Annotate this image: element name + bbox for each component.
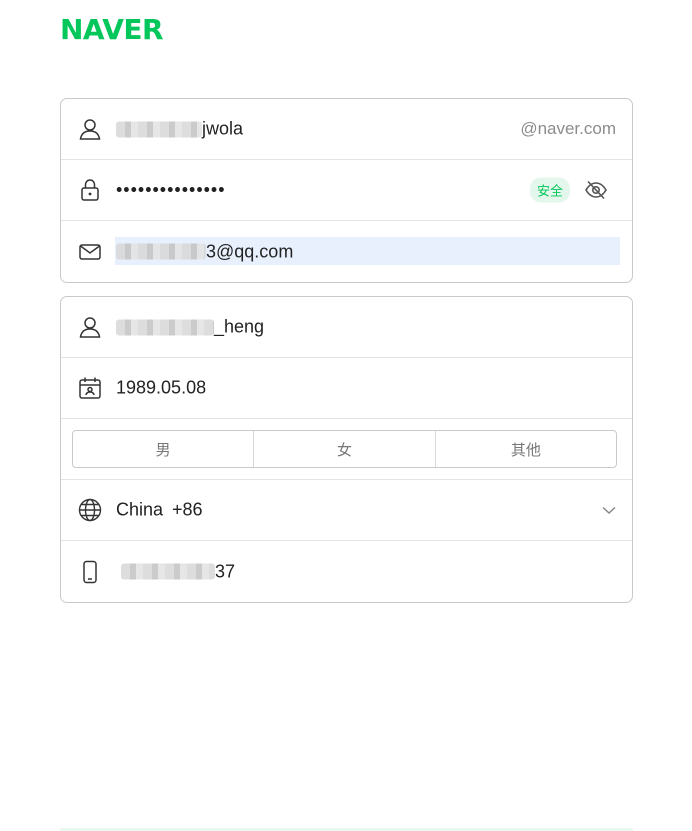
birthday-row[interactable]: 1989.05.08 <box>61 358 632 419</box>
eye-off-icon[interactable] <box>584 178 608 202</box>
redacted-text <box>121 563 215 580</box>
id-row[interactable]: jwola @naver.com <box>61 99 632 160</box>
country-select[interactable]: China +86 <box>116 500 203 521</box>
redacted-text <box>116 319 214 335</box>
gender-option-female[interactable]: 女 <box>254 431 436 467</box>
email-visible-text: 3@qq.com <box>206 241 294 261</box>
country-row[interactable]: China +86 <box>61 480 632 541</box>
redacted-text <box>116 243 206 260</box>
phone-icon <box>77 559 103 585</box>
redacted-text <box>116 121 202 137</box>
gender-option-other[interactable]: 其他 <box>436 431 616 467</box>
mail-icon <box>77 239 103 265</box>
globe-icon <box>77 497 103 523</box>
lock-icon <box>77 177 103 203</box>
id-visible-text: jwola <box>202 118 244 139</box>
name-visible-text: _heng <box>214 316 265 337</box>
email-row[interactable]: 3@qq.com <box>61 221 632 282</box>
password-row[interactable]: ••••••••••••••• 安全 <box>61 160 632 221</box>
phone-row[interactable]: 37 <box>61 541 632 602</box>
gender-segmented-control: 男 女 其他 <box>72 430 617 468</box>
phone-input[interactable]: 37 <box>116 561 235 582</box>
birthday-input[interactable]: 1989.05.08 <box>116 378 206 399</box>
password-strength-badge: 安全 <box>529 177 570 203</box>
chevron-down-icon[interactable] <box>600 501 618 519</box>
name-row[interactable]: _heng <box>61 297 632 358</box>
calendar-icon <box>77 375 103 401</box>
account-fields-box: jwola @naver.com ••••••••••••••• 安全 3@qq… <box>60 98 633 283</box>
gender-row: 男 女 其他 <box>61 419 632 480</box>
profile-fields-box: _heng 1989.05.08 男 女 其他 China +86 37 <box>60 296 633 603</box>
id-domain-suffix: @naver.com <box>520 119 616 138</box>
naver-logo: NAVER <box>60 13 164 46</box>
email-input[interactable]: 3@qq.com <box>116 241 293 262</box>
phone-visible-text: 37 <box>215 561 236 581</box>
name-input[interactable]: _heng <box>116 317 264 338</box>
password-input[interactable]: ••••••••••••••• <box>116 180 226 201</box>
id-input[interactable]: jwola <box>116 119 243 140</box>
country-name: China <box>116 499 164 520</box>
country-code: +86 <box>172 499 203 520</box>
user-icon <box>77 116 103 142</box>
gender-option-male[interactable]: 男 <box>73 431 255 467</box>
user-icon <box>77 314 103 340</box>
